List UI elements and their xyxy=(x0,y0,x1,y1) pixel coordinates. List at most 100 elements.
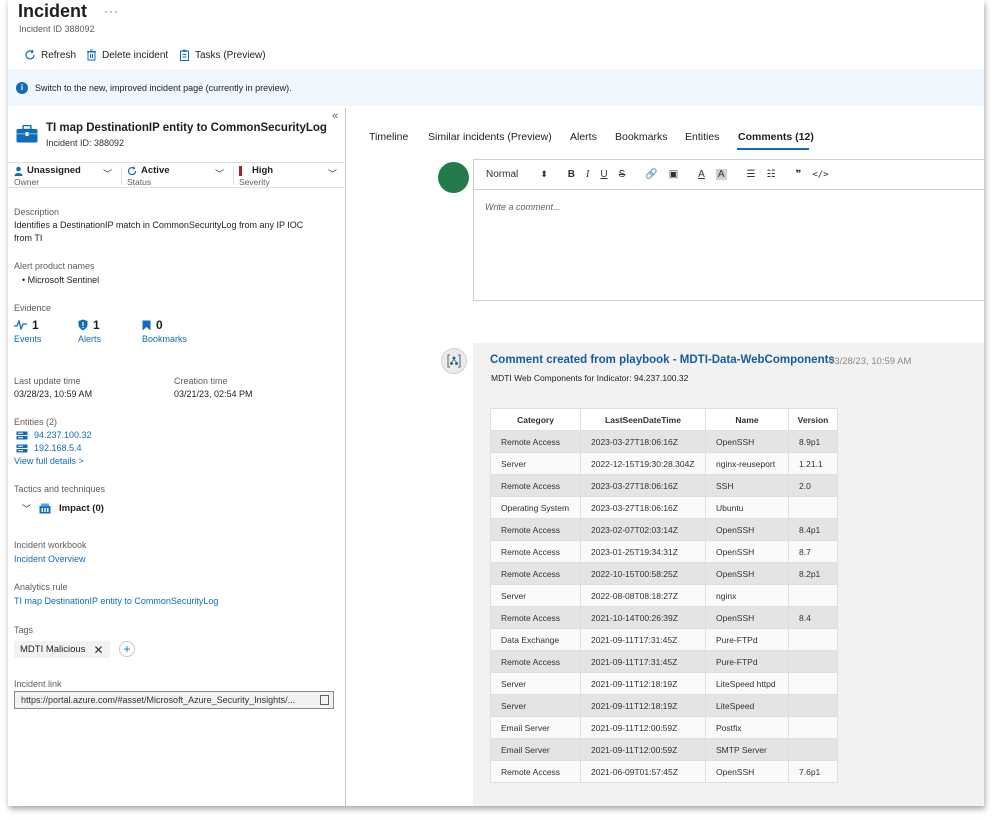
alerts-link[interactable]: Alerts xyxy=(78,334,101,344)
status-dropdown[interactable]: Active Status xyxy=(127,165,170,187)
highlight-icon[interactable]: A xyxy=(715,169,727,180)
add-tag-button[interactable]: + xyxy=(119,641,135,657)
tab-bookmarks[interactable]: Bookmarks xyxy=(615,131,668,143)
table-cell xyxy=(788,672,838,695)
view-full-details-link[interactable]: View full details > xyxy=(14,456,84,466)
analytics-rule-label: Analytics rule xyxy=(14,582,68,592)
bulleted-list-icon[interactable]: ☰ xyxy=(747,169,756,180)
tab-comments[interactable]: Comments (12) xyxy=(738,131,814,143)
table-cell: 2023-02-07T02:03:14Z xyxy=(580,518,706,541)
table-cell: 2022-12-15T19:30:28.304Z xyxy=(580,452,706,475)
alert-product-item: • Microsoft Sentinel xyxy=(22,275,100,285)
clipboard-icon xyxy=(180,49,189,61)
status-chevron-down-icon[interactable]: ﹀ xyxy=(215,167,224,180)
table-cell: Remote Access xyxy=(490,540,581,563)
severity-value: High xyxy=(252,165,274,176)
page-title: Incident xyxy=(18,1,88,21)
severity-chevron-down-icon[interactable]: ﹀ xyxy=(328,167,337,180)
table-cell: Server xyxy=(490,694,581,717)
format-chevron-icon[interactable]: ⬍ xyxy=(540,169,548,180)
link-icon[interactable]: 🔗 xyxy=(645,169,657,180)
underline-icon[interactable]: U xyxy=(600,169,607,180)
table-row: Server 2022-08-08T08:18:27Z nginx xyxy=(490,584,838,607)
table-row: Server 2021-09-11T12:18:19Z LiteSpeed xyxy=(490,694,838,717)
collapse-pane-button[interactable]: « xyxy=(332,110,338,122)
bold-icon[interactable]: B xyxy=(568,169,575,180)
table-cell: 2023-03-27T18:06:16Z xyxy=(580,496,706,519)
delete-incident-button[interactable]: Delete incident xyxy=(86,49,168,61)
italic-icon[interactable]: I xyxy=(586,169,589,180)
sync-icon xyxy=(127,165,137,175)
incident-title: TI map DestinationIP entity to CommonSec… xyxy=(46,122,327,134)
tactic-impact[interactable]: ﹀ Impact (0) xyxy=(22,502,104,515)
playbook-icon xyxy=(441,348,467,374)
severity-bar-icon xyxy=(239,165,242,176)
table-cell xyxy=(788,628,838,651)
table-cell: Remote Access xyxy=(490,474,581,497)
analytics-rule-link[interactable]: TI map DestinationIP entity to CommonSec… xyxy=(14,596,218,606)
severity-label: Severity xyxy=(239,177,270,187)
preview-banner[interactable]: i Switch to the new, improved incident p… xyxy=(8,69,984,106)
server-icon xyxy=(16,431,28,439)
web-components-table: Category LastSeenDateTime Name Version R… xyxy=(490,408,838,783)
comment-editor[interactable]: Normal ⬍ B I U S 🔗 ▣ A A ☰ ☷ ❞ </> Write… xyxy=(473,159,984,301)
evidence-bookmarks[interactable]: 0 Bookmarks xyxy=(142,318,187,344)
entity-ip-1[interactable]: 94.237.100.32 xyxy=(34,430,92,440)
evidence-alerts[interactable]: 1 Alerts xyxy=(78,318,101,344)
bookmarks-link[interactable]: Bookmarks xyxy=(142,334,187,344)
remove-tag-icon[interactable]: ✕ xyxy=(93,643,103,657)
workbook-label: Incident workbook xyxy=(14,540,87,550)
format-select[interactable]: Normal xyxy=(486,169,518,180)
table-cell: OpenSSH xyxy=(705,430,789,453)
table-cell: OpenSSH xyxy=(705,518,789,541)
entities-label: Entities (2) xyxy=(14,417,58,427)
incident-link-field[interactable]: https://portal.azure.com/#asset/Microsof… xyxy=(14,691,334,709)
tab-timeline[interactable]: Timeline xyxy=(369,131,408,143)
table-cell xyxy=(788,694,838,717)
table-cell: 2021-09-11T17:31:45Z xyxy=(580,650,706,673)
table-cell: OpenSSH xyxy=(705,540,789,563)
entity-item[interactable]: 94.237.100.32 xyxy=(16,430,92,440)
table-cell: Server xyxy=(490,672,581,695)
table-cell: OpenSSH xyxy=(705,760,789,783)
table-cell: 8.7 xyxy=(788,540,838,563)
owner-dropdown[interactable]: Unassigned Owner xyxy=(14,165,81,187)
tab-similar-incidents[interactable]: Similar incidents (Preview) xyxy=(428,131,552,143)
events-link[interactable]: Events xyxy=(14,334,42,344)
tab-entities[interactable]: Entities xyxy=(685,131,719,143)
tab-alerts[interactable]: Alerts xyxy=(570,131,597,143)
chevron-down-icon[interactable]: ﹀ xyxy=(22,502,31,515)
owner-chevron-down-icon[interactable]: ﹀ xyxy=(103,167,112,180)
workbook-link[interactable]: Incident Overview xyxy=(14,554,86,564)
column-header: LastSeenDateTime xyxy=(580,408,706,431)
incident-id: Incident ID: 388092 xyxy=(46,138,125,148)
tasks-button[interactable]: Tasks (Preview) xyxy=(179,49,266,61)
table-cell: nginx-reuseport xyxy=(705,452,789,475)
comment-description: MDTI Web Components for Indicator: 94.23… xyxy=(491,373,689,383)
table-cell xyxy=(788,584,838,607)
evidence-events[interactable]: 1 Events xyxy=(14,318,42,344)
table-cell xyxy=(788,496,838,519)
table-cell: Remote Access xyxy=(490,430,581,453)
image-icon[interactable]: ▣ xyxy=(669,169,678,180)
incident-window: Incident ··· Incident ID 388092 Refresh … xyxy=(8,0,984,806)
font-color-icon[interactable]: A xyxy=(698,169,705,180)
tactic-label: Impact (0) xyxy=(59,503,104,514)
active-tab-indicator xyxy=(737,148,809,150)
description-line-2: from TI xyxy=(14,233,43,243)
numbered-list-icon[interactable]: ☷ xyxy=(766,169,775,180)
strikethrough-icon[interactable]: S xyxy=(619,169,626,180)
severity-dropdown[interactable]: High Severity xyxy=(239,165,273,187)
bookmark-icon xyxy=(142,320,151,330)
entity-item[interactable]: 192.168.5.4 xyxy=(16,443,82,453)
delete-incident-label: Delete incident xyxy=(102,49,169,61)
entity-ip-2[interactable]: 192.168.5.4 xyxy=(34,443,82,453)
refresh-button[interactable]: Refresh xyxy=(24,49,76,61)
table-cell: 7.6p1 xyxy=(788,760,838,783)
quote-icon[interactable]: ❞ xyxy=(795,169,801,180)
table-row: Remote Access 2023-01-25T19:34:31Z OpenSSH… xyxy=(490,540,838,563)
comment-timestamp: 03/28/23, 10:59 AM xyxy=(829,356,912,367)
copy-icon[interactable] xyxy=(320,695,329,705)
more-options-button[interactable]: ··· xyxy=(104,4,119,18)
code-icon[interactable]: </> xyxy=(812,170,828,180)
